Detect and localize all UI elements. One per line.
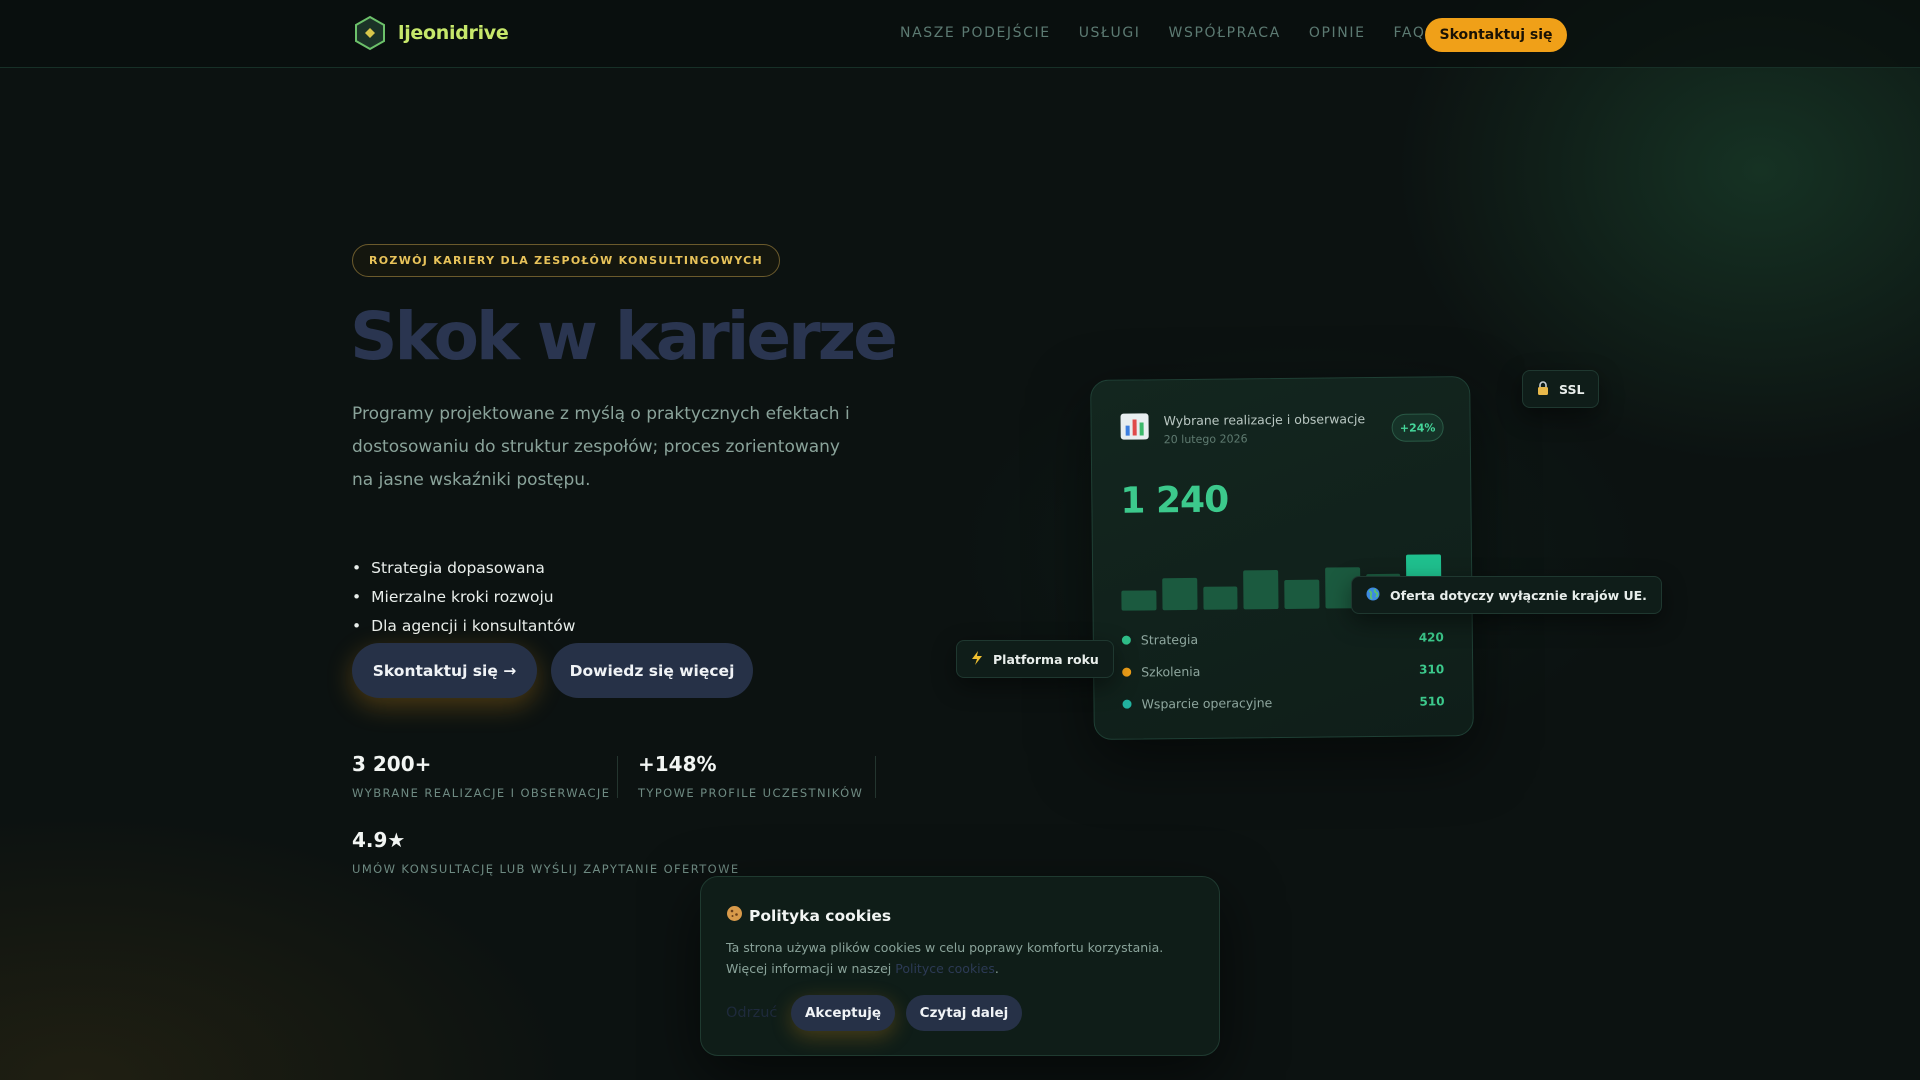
eu-offer-chip: Oferta dotyczy wyłącznie krajów UE.: [1351, 576, 1662, 614]
lightning-icon: [971, 650, 983, 668]
stat-label: WYBRANE REALIZACJE I OBSERWACJE: [352, 786, 611, 800]
logo[interactable]: ljeonidrive: [352, 15, 509, 51]
main-nav: NASZE PODEJŚCIE USŁUGI WSPÓŁPRACA OPINIE…: [900, 25, 1425, 41]
stat-value: +148%: [638, 752, 717, 776]
globe-icon: [1366, 587, 1380, 604]
legend-dot: [1122, 667, 1132, 677]
cookie-body-end: .: [994, 961, 999, 976]
stat-value: 3 200+: [352, 752, 432, 776]
legend-name: Wsparcie operacyjne: [1141, 695, 1273, 712]
stat-profile: +148% TYPOWE PROFILE UCZESTNIKÓW: [638, 752, 863, 800]
nav-item-wspolpraca[interactable]: WSPÓŁPRACA: [1169, 25, 1281, 41]
cookie-banner: Polityka cookies Ta strona używa plików …: [700, 876, 1220, 1056]
delta-badge: +24%: [1391, 413, 1444, 442]
stat-label: UMÓW KONSULTACJĘ LUB WYŚLIJ ZAPYTANIE OF…: [352, 862, 740, 876]
stat-label: TYPOWE PROFILE UCZESTNIKÓW: [638, 786, 864, 800]
legend-dot: [1122, 699, 1132, 709]
cookie-title-text: Polityka cookies: [749, 906, 892, 925]
lock-icon: [1537, 380, 1549, 398]
learn-more-button[interactable]: Dowiedz się więcej: [551, 643, 753, 698]
platform-chip: Platforma roku: [956, 640, 1114, 678]
hero-contact-button[interactable]: Skontaktuj się →: [352, 643, 537, 698]
legend-value: 310: [1419, 661, 1445, 677]
legend-row-strategia: Strategia 420: [1121, 629, 1444, 648]
legend-name: Szkolenia: [1141, 663, 1201, 680]
dashboard-card: Wybrane realizacje i obserwacje 20 luteg…: [1090, 376, 1474, 740]
hero-badge: ROZWÓJ KARIERY DLA ZESPOŁÓW KONSULTINGOW…: [352, 244, 780, 277]
hero-bullet-list: Strategia dopasowana Mierzalne kroki roz…: [352, 553, 575, 640]
cookie-title: Polityka cookies: [726, 905, 891, 926]
cookie-accept-button[interactable]: Akceptuję: [791, 995, 895, 1031]
legend-dot: [1121, 635, 1131, 645]
card-title: Wybrane realizacje i obserwacje: [1163, 411, 1366, 429]
bullet-item: Mierzalne kroki rozwoju: [352, 582, 575, 611]
stat-rating: 4.9★ UMÓW KONSULTACJĘ LUB WYŚLIJ ZAPYTAN…: [352, 828, 740, 876]
ssl-chip: SSL: [1522, 370, 1600, 408]
legend-name: Strategia: [1140, 631, 1199, 648]
header-contact-button[interactable]: Skontaktuj się: [1425, 18, 1567, 52]
stat-divider: [875, 756, 876, 798]
stat-realizacje: 3 200+ WYBRANE REALIZACJE I OBSERWACJE: [352, 752, 610, 800]
mini-bar: [1202, 586, 1238, 610]
hexagon-logo-icon: [352, 15, 388, 51]
mini-bar: [1161, 577, 1198, 611]
mini-bar: [1121, 590, 1157, 611]
card-date: 20 lutego 2026: [1163, 432, 1248, 447]
stat-divider: [617, 756, 618, 798]
hero-title: Skok w karierze: [350, 298, 898, 375]
bullet-item: Dla agencji i konsultantów: [352, 611, 575, 640]
cookie-read-more-button[interactable]: Czytaj dalej: [906, 995, 1022, 1031]
cookie-reject-button[interactable]: Odrzuć: [726, 1005, 777, 1021]
mini-bar: [1243, 570, 1279, 610]
cookie-text: Ta strona używa plików cookies w celu po…: [726, 937, 1206, 979]
legend-row-wsparcie: Wsparcie operacyjne 510: [1122, 693, 1445, 712]
hero-description: Programy projektowane z myślą o praktycz…: [352, 404, 850, 490]
stat-value: 4.9★: [352, 828, 406, 852]
mini-bar: [1284, 579, 1320, 609]
eu-offer-label: Oferta dotyczy wyłącznie krajów UE.: [1390, 587, 1647, 603]
legend-row-szkolenia: Szkolenia 310: [1122, 661, 1444, 679]
nav-item-opinie[interactable]: OPINIE: [1309, 25, 1366, 41]
card-big-number: 1 240: [1120, 479, 1229, 522]
nav-item-nasze-podejscie[interactable]: NASZE PODEJŚCIE: [900, 25, 1051, 41]
legend-value: 420: [1418, 629, 1444, 645]
platform-label: Platforma roku: [993, 651, 1099, 667]
legend-value: 510: [1419, 693, 1445, 709]
bullet-item: Strategia dopasowana: [352, 553, 575, 582]
nav-item-uslugi[interactable]: USŁUGI: [1079, 25, 1141, 41]
ssl-label: SSL: [1559, 381, 1585, 397]
bar-chart-icon: [1119, 412, 1149, 440]
cookie-icon: [726, 905, 743, 926]
logo-text: ljeonidrive: [398, 22, 509, 44]
cookie-policy-link[interactable]: Polityce cookies: [895, 961, 995, 976]
nav-item-faq[interactable]: FAQ: [1394, 25, 1426, 41]
site-header: ljeonidrive NASZE PODEJŚCIE USŁUGI WSPÓŁ…: [0, 0, 1920, 68]
